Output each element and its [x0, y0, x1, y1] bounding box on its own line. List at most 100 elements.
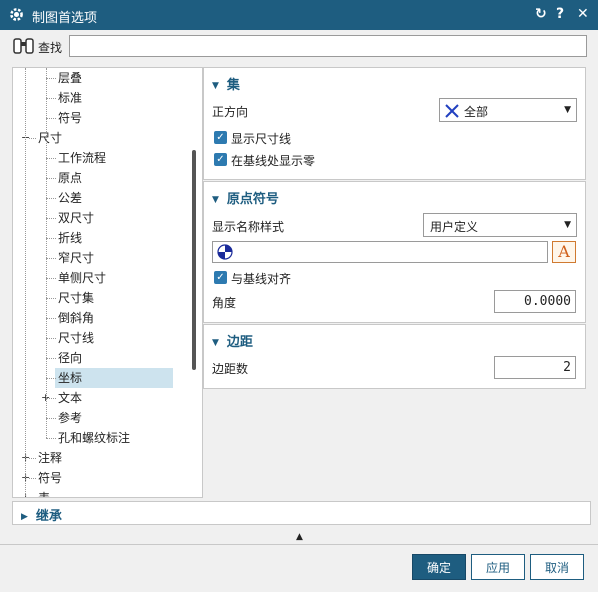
tree-item-label: 表: [38, 491, 51, 498]
tree-connector: [29, 138, 36, 139]
margin-count-label: 边距数: [212, 362, 249, 376]
tree-item[interactable]: 倒斜角: [13, 308, 178, 328]
tree-item[interactable]: 工作流程: [13, 148, 178, 168]
section-margin: ▼ 边距 边距数 2: [203, 324, 586, 389]
tree-item[interactable]: 单侧尺寸: [13, 268, 178, 288]
tree-item[interactable]: 坐标: [13, 368, 178, 388]
tree-item[interactable]: 符号 +: [13, 468, 178, 488]
font-style-icon[interactable]: A: [552, 241, 576, 263]
section-margin-header[interactable]: ▼ 边距: [212, 331, 253, 350]
margin-count-input[interactable]: 2: [494, 356, 576, 379]
search-bar: 查找: [0, 30, 598, 64]
dropdown-arrow-icon: ▼: [564, 105, 571, 115]
origin-symbol-icon: [217, 244, 233, 260]
section-set-header[interactable]: ▼ 集: [212, 74, 240, 93]
preference-tree: 层叠 标准 符号 尺寸 − 工作流程 原点 公差 双尺寸 折线 窄尺寸 单侧尺寸 尺寸集 倒斜角 尺寸线 径向…: [12, 67, 203, 498]
tree-item[interactable]: 尺寸线: [13, 328, 178, 348]
show-dim-line-checkbox[interactable]: ✓: [214, 131, 227, 144]
tree-item-label: 倒斜角: [58, 311, 95, 325]
all-directions-icon: [445, 104, 459, 118]
collapse-triangle-icon: ▼: [212, 195, 219, 205]
origin-symbol-field[interactable]: [212, 241, 548, 263]
tree-connector: [46, 178, 56, 179]
section-origin-symbol: ▼ 原点符号 显示名称样式 用户定义 ▼ A ✓ 与基线对齐 角度 0.0000: [203, 181, 586, 323]
help-icon[interactable]: ?: [556, 6, 564, 23]
expand-triangle-icon: ▶: [21, 512, 28, 522]
align-baseline-checkbox[interactable]: ✓: [214, 271, 227, 284]
tree-connector: [46, 298, 56, 299]
tree-connector: [46, 158, 56, 159]
orientation-select[interactable]: 全部 ▼: [439, 98, 577, 122]
tree-item[interactable]: 标准: [13, 88, 178, 108]
section-set-title: 集: [226, 78, 240, 93]
tree-connector: [46, 258, 56, 259]
tree-item[interactable]: 参考: [13, 408, 178, 428]
tree-item-label: 注释: [38, 451, 63, 465]
collapse-triangle-icon: ▼: [212, 338, 219, 348]
tree-item[interactable]: 原点: [13, 168, 178, 188]
apply-button[interactable]: 应用: [471, 554, 525, 580]
orientation-value: 全部: [464, 105, 489, 119]
title-bar: 制图首选项 ↻ ? ✕: [0, 0, 598, 30]
section-origin-header[interactable]: ▼ 原点符号: [212, 188, 279, 207]
section-inherit-header[interactable]: ▶ 继承: [21, 505, 62, 524]
tree-item-label: 孔和螺纹标注: [58, 431, 131, 445]
name-style-select[interactable]: 用户定义 ▼: [423, 213, 577, 237]
angle-label: 角度: [212, 296, 237, 310]
tree-connector: [29, 478, 36, 479]
tree-connector: [46, 438, 56, 439]
reset-icon[interactable]: ↻: [535, 6, 547, 23]
dropdown-arrow-icon: ▼: [564, 220, 571, 230]
gear-icon: [10, 8, 23, 21]
tree-item-label: 尺寸线: [58, 331, 95, 345]
tree-scrollbar[interactable]: [192, 150, 196, 370]
tree-connector: [46, 98, 56, 99]
tree-item[interactable]: 尺寸 −: [13, 128, 178, 148]
align-baseline-label: 与基线对齐: [231, 272, 292, 286]
tree-connector: [46, 78, 56, 79]
tree-item-label: 符号: [58, 111, 83, 125]
cancel-button[interactable]: 取消: [530, 554, 584, 580]
tree-item[interactable]: 孔和螺纹标注: [13, 428, 178, 448]
tree-connector: [46, 238, 56, 239]
tree-connector: [29, 458, 36, 459]
tree-item-label: 参考: [58, 411, 83, 425]
tree-connector: [46, 338, 56, 339]
tree-connector: [46, 318, 56, 319]
search-input[interactable]: [69, 35, 587, 57]
tree-item-label: 尺寸集: [58, 291, 95, 305]
tree-item[interactable]: 折线: [13, 228, 178, 248]
tree-item[interactable]: 注释 +: [13, 448, 178, 468]
tree-item-label: 径向: [58, 351, 83, 365]
ok-button[interactable]: 确定: [412, 554, 466, 580]
section-origin-title: 原点符号: [226, 192, 279, 207]
tree-item[interactable]: 文本 +: [13, 388, 178, 408]
tree-item-label: 工作流程: [58, 151, 107, 165]
tree-item-label: 折线: [58, 231, 83, 245]
tree-item-label: 单侧尺寸: [58, 271, 107, 285]
tree-connector: [46, 418, 56, 419]
tree-item-label: 层叠: [58, 71, 83, 85]
section-set: ▼ 集 正方向 全部 ▼ ✓ 显示尺寸线 ✓ 在基线处显示零: [203, 67, 586, 180]
tree-item[interactable]: 窄尺寸: [13, 248, 178, 268]
tree-item[interactable]: 尺寸集: [13, 288, 178, 308]
name-style-label: 显示名称样式: [212, 220, 285, 234]
collapse-panel-icon[interactable]: ▲: [296, 532, 303, 542]
tree-item[interactable]: 层叠: [13, 68, 178, 88]
tree-item[interactable]: 表 +: [13, 488, 178, 498]
tree-item-label: 文本: [58, 391, 83, 405]
show-dim-line-label: 显示尺寸线: [231, 132, 292, 146]
close-icon[interactable]: ✕: [577, 6, 589, 23]
tree-connector: [46, 378, 56, 379]
tree-item-label: 符号: [38, 471, 63, 485]
section-inherit[interactable]: ▶ 继承: [12, 501, 591, 525]
tree-item[interactable]: 径向: [13, 348, 178, 368]
tree-connector: [46, 358, 56, 359]
tree-item[interactable]: 符号: [13, 108, 178, 128]
tree-item[interactable]: 双尺寸: [13, 208, 178, 228]
show-zero-checkbox[interactable]: ✓: [214, 153, 227, 166]
tree-connector: [46, 198, 56, 199]
angle-input[interactable]: 0.0000: [494, 290, 576, 313]
tree-item[interactable]: 公差: [13, 188, 178, 208]
tree-item-label: 公差: [58, 191, 83, 205]
